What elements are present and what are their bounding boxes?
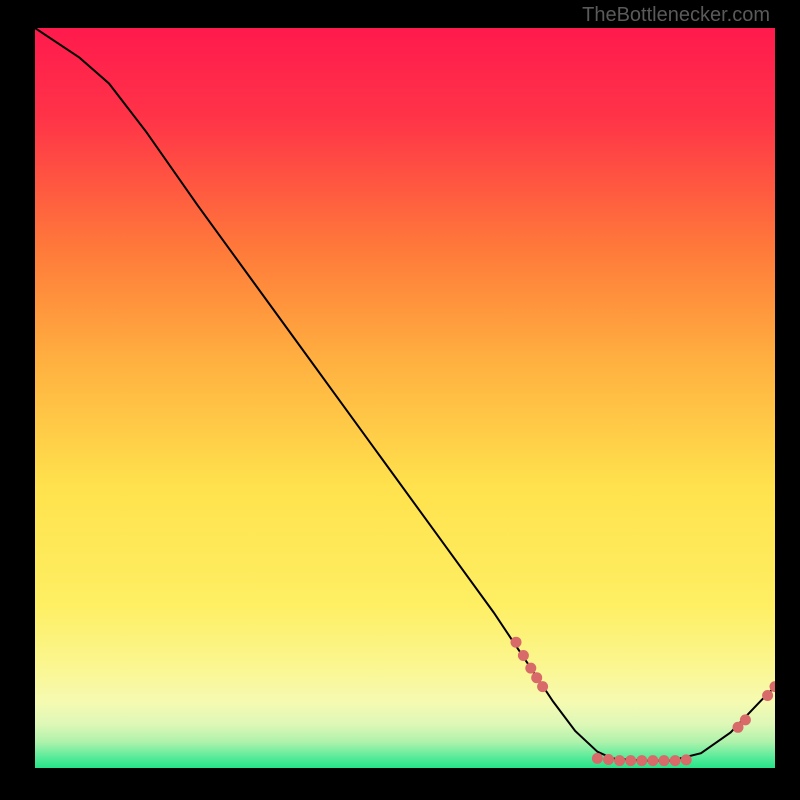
data-point: [647, 755, 658, 766]
data-point: [603, 754, 614, 765]
data-point: [614, 755, 625, 766]
data-point: [592, 753, 603, 764]
watermark-text: TheBottlenecker.com: [582, 4, 770, 27]
data-point: [740, 714, 751, 725]
data-point: [525, 663, 536, 674]
data-point: [636, 755, 647, 766]
gradient-background: [35, 28, 775, 768]
chart-container: [35, 28, 775, 768]
data-point: [625, 755, 636, 766]
data-point: [659, 755, 670, 766]
data-point: [537, 681, 548, 692]
data-point: [670, 755, 681, 766]
data-point: [762, 690, 773, 701]
data-point: [681, 754, 692, 765]
data-point: [511, 637, 522, 648]
data-point: [518, 650, 529, 661]
bottleneck-curve-chart: [35, 28, 775, 768]
